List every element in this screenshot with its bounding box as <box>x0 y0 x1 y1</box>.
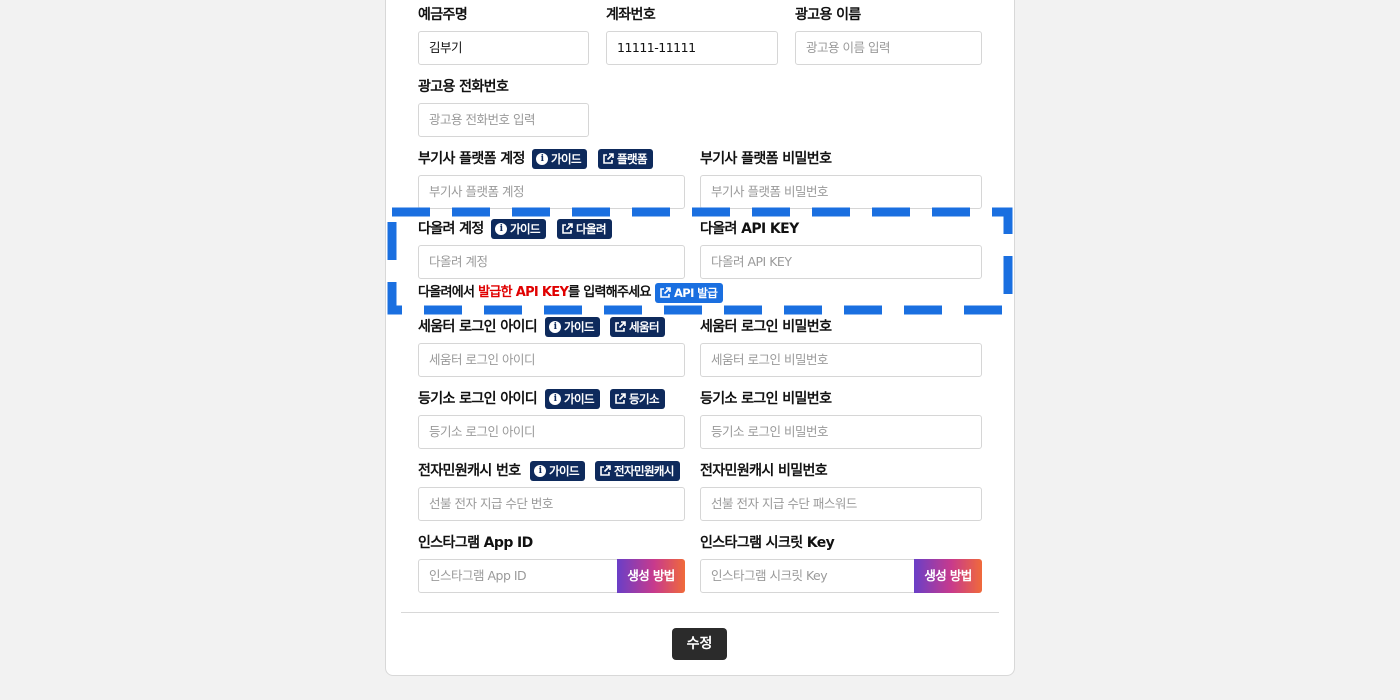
note-suffix: 를 입력해주세요 <box>568 285 651 300</box>
ad-phone-label: 광고용 전화번호 <box>418 79 509 95</box>
depositor-label: 예금주명 <box>418 7 468 23</box>
instagram-secret-input[interactable]: 인스타그램 시크릿 Key <box>700 559 915 593</box>
dollyeo-account-input[interactable]: 다올려 계정 <box>418 245 685 279</box>
submit-button[interactable]: 수정 <box>672 628 727 660</box>
dollyeo-guide-badge[interactable]: i 가이드 <box>491 219 546 239</box>
api-issue-badge-label: API 발급 <box>674 286 718 300</box>
semuter-id-label-row: 세움터 로그인 아이디 i 가이드 세움터 <box>418 317 678 337</box>
depositor-input[interactable]: 김부기 <box>418 31 589 65</box>
bugisa-account-input[interactable]: 부기사 플랫폼 계정 <box>418 175 685 209</box>
note-prefix: 다올려에서 <box>418 285 479 300</box>
dollyeo-account-label: 다올려 계정 <box>418 221 484 237</box>
instagram-app-id-generate-button[interactable]: 생성 방법 <box>617 559 685 593</box>
guide-badge-label: 가이드 <box>551 152 582 166</box>
external-link-icon <box>562 223 573 234</box>
registry-password-input[interactable]: 등기소 로그인 비밀번호 <box>700 415 982 449</box>
registry-badge-label: 등기소 <box>629 392 660 406</box>
note-highlight: 발급한 API KEY <box>478 285 569 300</box>
dollyeo-badge-label: 다올려 <box>576 222 607 236</box>
api-key-note-row: 다올려에서 발급한 API KEY를 입력해주세요 API 발급 <box>418 283 738 303</box>
dollyeo-account-label-row: 다올려 계정 i 가이드 다올려 <box>418 219 678 239</box>
external-link-icon <box>603 153 614 164</box>
registry-id-label: 등기소 로그인 아이디 <box>418 391 538 407</box>
external-link-icon <box>615 321 626 332</box>
account-input[interactable]: 11111-11111 <box>606 31 778 65</box>
ecash-password-label: 전자민원캐시 비밀번호 <box>700 463 828 479</box>
ecash-number-input[interactable]: 선불 전자 지급 수단 번호 <box>418 487 685 521</box>
api-issue-badge[interactable]: API 발급 <box>655 283 724 303</box>
ecash-number-label-row: 전자민원캐시 번호 i 가이드 전자민원캐시 <box>418 461 688 481</box>
semuter-guide-badge[interactable]: i 가이드 <box>545 317 600 337</box>
semuter-password-input[interactable]: 세움터 로그인 비밀번호 <box>700 343 982 377</box>
info-icon: i <box>549 321 561 333</box>
external-link-icon <box>660 287 671 298</box>
guide-badge-label: 가이드 <box>564 392 595 406</box>
guide-badge-label: 가이드 <box>564 320 595 334</box>
info-icon: i <box>534 465 546 477</box>
guide-badge-label: 가이드 <box>549 464 580 478</box>
ecash-number-label: 전자민원캐시 번호 <box>418 463 521 479</box>
bugisa-account-label-row: 부기사 플랫폼 계정 i 가이드 플랫폼 <box>418 149 678 169</box>
semuter-password-label: 세움터 로그인 비밀번호 <box>700 319 832 335</box>
divider <box>401 612 999 613</box>
semuter-id-label: 세움터 로그인 아이디 <box>418 319 538 335</box>
platform-badge-label: 플랫폼 <box>617 152 648 166</box>
instagram-secret-label: 인스타그램 시크릿 Key <box>700 535 835 551</box>
bugisa-password-input[interactable]: 부기사 플랫폼 비밀번호 <box>700 175 982 209</box>
info-icon: i <box>549 393 561 405</box>
semuter-badge-label: 세움터 <box>629 320 660 334</box>
bugisa-password-label: 부기사 플랫폼 비밀번호 <box>700 151 832 167</box>
external-link-icon <box>600 465 611 476</box>
ad-phone-input[interactable]: 광고용 전화번호 입력 <box>418 103 589 137</box>
dollyeo-link-badge[interactable]: 다올려 <box>557 219 612 239</box>
api-key-note: 다올려에서 발급한 API KEY를 입력해주세요 <box>418 283 652 303</box>
guide-badge-label: 가이드 <box>510 222 541 236</box>
ad-name-label: 광고용 이름 <box>795 7 861 23</box>
instagram-app-id-label: 인스타그램 App ID <box>418 535 533 551</box>
semuter-link-badge[interactable]: 세움터 <box>610 317 665 337</box>
dollyeo-api-key-label: 다올려 API KEY <box>700 221 799 237</box>
info-icon: i <box>536 153 548 165</box>
registry-id-label-row: 등기소 로그인 아이디 i 가이드 등기소 <box>418 389 678 409</box>
bugisa-account-label: 부기사 플랫폼 계정 <box>418 151 525 167</box>
registry-guide-badge[interactable]: i 가이드 <box>545 389 600 409</box>
registry-id-input[interactable]: 등기소 로그인 아이디 <box>418 415 685 449</box>
instagram-app-id-input[interactable]: 인스타그램 App ID <box>418 559 618 593</box>
ecash-link-badge[interactable]: 전자민원캐시 <box>595 461 680 481</box>
registry-password-label: 등기소 로그인 비밀번호 <box>700 391 832 407</box>
external-link-icon <box>615 393 626 404</box>
ecash-guide-badge[interactable]: i 가이드 <box>530 461 585 481</box>
ecash-badge-label: 전자민원캐시 <box>614 464 674 478</box>
instagram-secret-generate-button[interactable]: 생성 방법 <box>914 559 982 593</box>
account-label: 계좌번호 <box>606 7 656 23</box>
semuter-id-input[interactable]: 세움터 로그인 아이디 <box>418 343 685 377</box>
info-icon: i <box>495 223 507 235</box>
registry-link-badge[interactable]: 등기소 <box>610 389 665 409</box>
dollyeo-api-key-input[interactable]: 다올려 API KEY <box>700 245 982 279</box>
ecash-password-input[interactable]: 선불 전자 지급 수단 패스워드 <box>700 487 982 521</box>
bugisa-platform-badge[interactable]: 플랫폼 <box>598 149 653 169</box>
bugisa-guide-badge[interactable]: i 가이드 <box>532 149 587 169</box>
ad-name-input[interactable]: 광고용 이름 입력 <box>795 31 982 65</box>
